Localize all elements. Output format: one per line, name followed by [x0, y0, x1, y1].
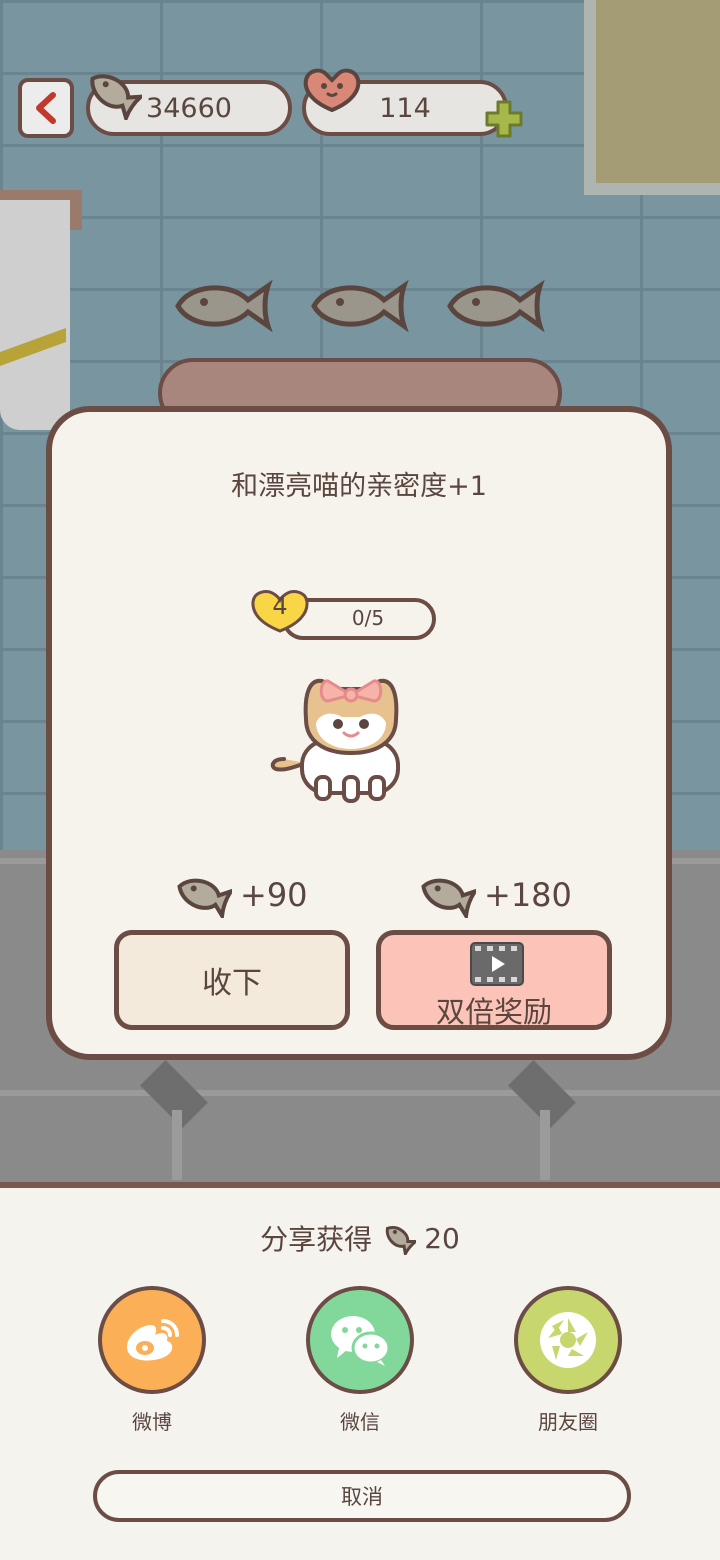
- dialog-title: 和漂亮喵的亲密度+1: [231, 471, 487, 502]
- double-reward-button[interactable]: 双倍奖励: [376, 930, 612, 1030]
- share-wechat-label: 微信: [340, 1410, 380, 1434]
- towel: [0, 200, 70, 430]
- share-moments-circle[interactable]: [514, 1286, 622, 1394]
- share-wechat-circle[interactable]: [306, 1286, 414, 1394]
- accept-button-label: 收下: [202, 966, 262, 1001]
- heart-count: 114: [379, 92, 431, 124]
- table-leg: [540, 1110, 550, 1180]
- share-sheet: 分享获得 20 微博 微信 朋友圈 取消: [0, 1182, 720, 1560]
- cancel-button[interactable]: 取消: [93, 1470, 631, 1522]
- fish-decoration-icon: [447, 279, 545, 333]
- fish-decoration-icon: [175, 279, 273, 333]
- accept-button[interactable]: 收下: [114, 930, 350, 1030]
- share-moments-label: 朋友圈: [538, 1410, 598, 1434]
- wall-picture-frame: [584, 0, 720, 195]
- back-button[interactable]: [18, 78, 74, 138]
- chevron-left-icon: [36, 92, 56, 124]
- cat-character: [270, 678, 400, 803]
- floor-line: [0, 1090, 720, 1096]
- video-ad-icon: [470, 942, 524, 986]
- double-reward-amount: +180: [484, 876, 572, 914]
- affinity-level: 4: [272, 592, 288, 620]
- share-wechat-button[interactable]: 微信: [305, 1286, 415, 1435]
- share-weibo-button[interactable]: 微博: [97, 1286, 207, 1435]
- fish-currency-icon: [90, 74, 142, 120]
- normal-reward-amount: +90: [240, 876, 308, 914]
- fish-decoration-icon: [311, 279, 409, 333]
- fish-currency-icon: [177, 878, 232, 918]
- affinity-progress-text: 0/5: [351, 606, 385, 630]
- double-reward: +180: [418, 872, 572, 918]
- heart-currency-icon: [303, 68, 361, 113]
- share-weibo-label: 微博: [132, 1410, 172, 1434]
- share-weibo-circle[interactable]: [98, 1286, 206, 1394]
- share-reward-heading: 分享获得 20: [0, 1218, 720, 1258]
- share-reward-amount: 20: [424, 1221, 460, 1255]
- fish-currency-icon: [421, 878, 476, 918]
- fish-count: 34660: [146, 92, 232, 124]
- double-reward-label: 双倍奖励: [435, 995, 552, 1029]
- add-hearts-button[interactable]: [483, 98, 525, 140]
- share-moments-button[interactable]: 朋友圈: [513, 1286, 623, 1435]
- weibo-icon: [127, 1319, 179, 1361]
- fish-currency-icon: [386, 1226, 417, 1255]
- share-title: 分享获得: [260, 1223, 373, 1256]
- affinity-reward-dialog: 和漂亮喵的亲密度+1 0/5 4 +90 +180 收下 双倍奖励: [46, 406, 672, 1060]
- wechat-icon: [331, 1316, 391, 1366]
- cancel-button-label: 取消: [341, 1485, 383, 1509]
- moments-icon: [540, 1312, 596, 1368]
- normal-reward: +90: [174, 872, 308, 918]
- table-leg: [172, 1110, 182, 1180]
